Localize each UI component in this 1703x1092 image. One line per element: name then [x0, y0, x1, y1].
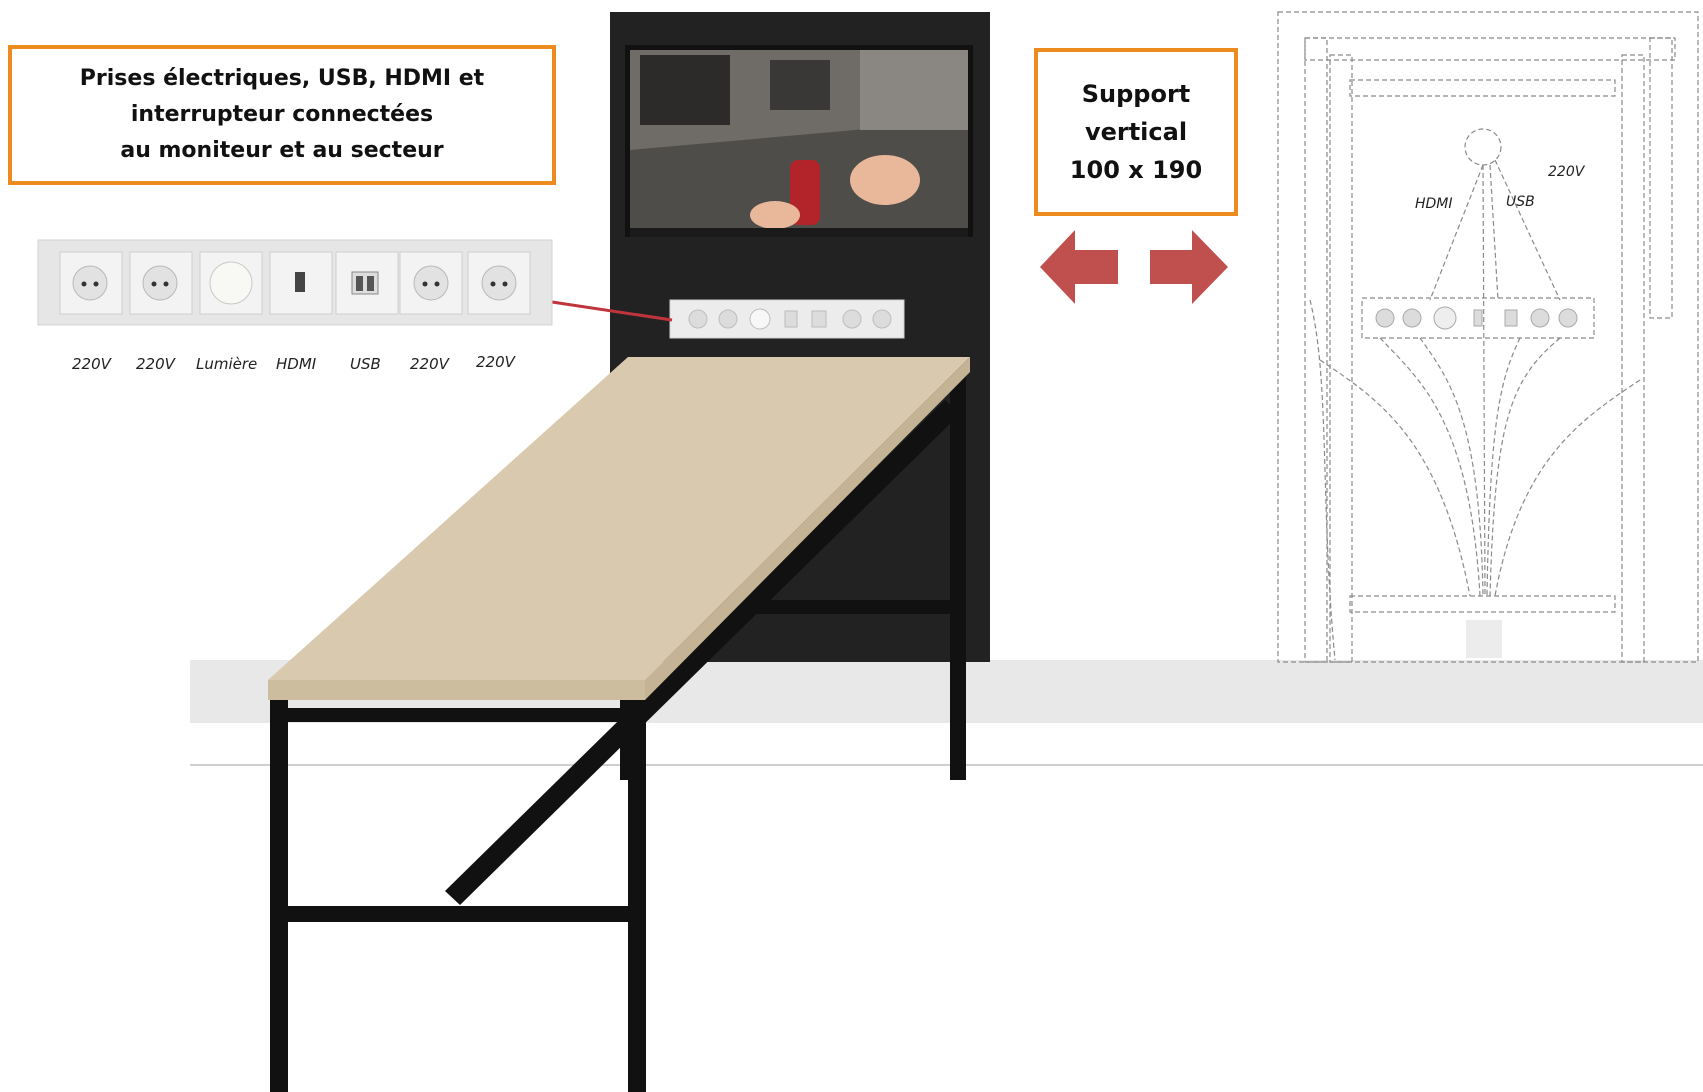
- callout-sockets-line-3: au moniteur et au secteur: [120, 138, 444, 163]
- schematic-strip-sockets: [1375, 306, 1578, 330]
- callout-support-line-3: 100 x 190: [1069, 156, 1203, 184]
- schematic: [1277, 11, 1699, 663]
- callout-sockets-line-1: Prises électriques, USB, HDMI et: [79, 66, 485, 91]
- panel-label-usb: USB: [350, 355, 381, 373]
- socket-panel: [37, 239, 553, 326]
- panel-label-220v-3: 220V: [410, 355, 449, 373]
- arrow-left-icon: [1040, 230, 1118, 304]
- panel-label-hdmi: HDMI: [276, 355, 317, 373]
- table: [268, 357, 970, 1092]
- callout-sockets: Prises électriques, USB, HDMI et interru…: [8, 45, 556, 185]
- panel-label-220v-4: 220V: [476, 353, 515, 371]
- schematic-label-220v: 220V: [1548, 164, 1585, 180]
- panel-label-220v-1: 220V: [72, 355, 111, 373]
- schematic-label-usb: USB: [1506, 194, 1535, 210]
- callout-support-line-2: vertical: [1084, 118, 1188, 146]
- callout-support-line-1: Support: [1081, 80, 1191, 108]
- arrow-right-icon: [1150, 230, 1228, 304]
- light-switch: [209, 261, 253, 305]
- callout-support: Support vertical 100 x 190: [1034, 48, 1238, 216]
- panel-label-lumiere: Lumière: [196, 355, 258, 373]
- usb-port: [351, 271, 379, 295]
- callout-sockets-line-2: interrupteur connectées: [130, 102, 434, 127]
- schematic-box: [1466, 620, 1502, 658]
- panel-label-220v-2: 220V: [136, 355, 175, 373]
- hdmi-port: [295, 272, 305, 292]
- schematic-label-hdmi: HDMI: [1415, 196, 1453, 212]
